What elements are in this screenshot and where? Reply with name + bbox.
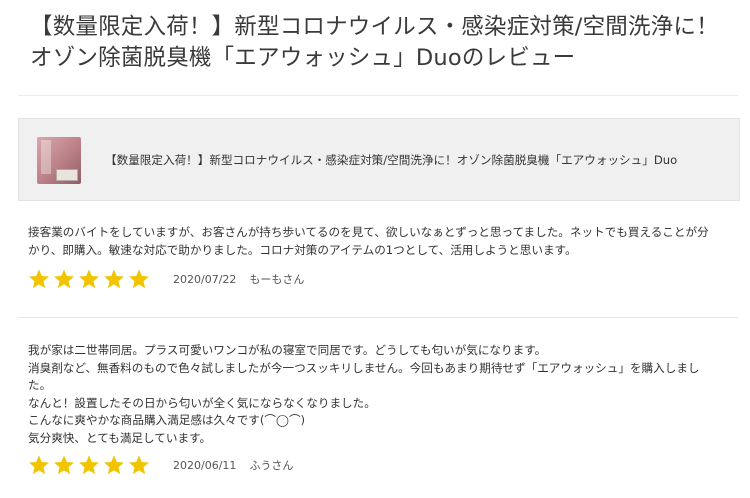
product-name-link[interactable]: 【数量限定入荷！】新型コロナウイルス・感染症対策/空間洗浄に！オゾン除菌脱臭機「… (105, 151, 677, 169)
review-text-line: た。 (28, 378, 52, 392)
review-meta: 2020/07/22 もーもさん (28, 267, 304, 291)
product-image-box (56, 169, 78, 181)
star-icon (129, 269, 149, 289)
review-text-line: なんと！設置したその日から匂いが全く気にならなくなりました。 (28, 395, 376, 410)
review-text: 我が家は二世帯同居。プラス可愛いワンコが私の寝室で同居です。どうしても匂いが気に… (28, 342, 734, 447)
star-icon (29, 455, 49, 475)
review-date: 2020/06/11 (173, 458, 237, 472)
star-icon (79, 269, 99, 289)
star-icon (129, 455, 149, 475)
product-image-highlight (41, 140, 51, 174)
star-icon (79, 455, 99, 475)
review-item: 我が家は二世帯同居。プラス可愛いワンコが私の寝室で同居です。どうしても匂いが気に… (28, 342, 734, 475)
review-text-line: 接客業のバイトをしていますが、お客さんが持ち歩いてるのを見て、欲しいなぁとずっと… (28, 225, 709, 239)
title-divider (18, 95, 738, 96)
star-rating (28, 268, 150, 290)
review-text-line: 我が家は二世帯同居。プラス可愛いワンコが私の寝室で同居です。どうしても匂いが気に… (28, 343, 547, 357)
page-title: 【数量限定入荷！】新型コロナウイルス・感染症対策/空間洗浄に！オゾン除菌脱臭機「… (30, 14, 719, 71)
product-thumbnail[interactable] (37, 137, 81, 184)
star-icon (54, 269, 74, 289)
star-icon (104, 269, 124, 289)
product-card[interactable]: 【数量限定入荷！】新型コロナウイルス・感染症対策/空間洗浄に！オゾン除菌脱臭機「… (18, 118, 740, 201)
star-icon (29, 269, 49, 289)
star-icon (104, 455, 124, 475)
review-author: ふうさん (249, 459, 294, 472)
review-text-line: 気分爽快、とても満足しています。 (28, 430, 212, 445)
review-text-line: こんなに爽やかな商品購入満足感は久々です(⌒◯⌒) (28, 413, 306, 427)
star-icon (54, 455, 74, 475)
review-author: もーもさん (249, 273, 305, 286)
review-text-line: 消臭剤など、無香料のもので色々試しましたが今一つスッキリしません。今回もあまり期… (28, 360, 700, 375)
review-item: 接客業のバイトをしていますが、お客さんが持ち歩いてるのを見て、欲しいなぁとずっと… (28, 224, 734, 289)
review-meta: 2020/06/11 ふうさん (28, 453, 293, 477)
review-divider (18, 317, 738, 318)
star-rating (28, 454, 150, 476)
review-date: 2020/07/22 (173, 272, 237, 286)
review-text: 接客業のバイトをしていますが、お客さんが持ち歩いてるのを見て、欲しいなぁとずっと… (28, 224, 734, 259)
review-text-line: かり、即購入。敏速な対応で助かりました。コロナ対策のアイテムの1つとして、活用し… (28, 242, 577, 257)
